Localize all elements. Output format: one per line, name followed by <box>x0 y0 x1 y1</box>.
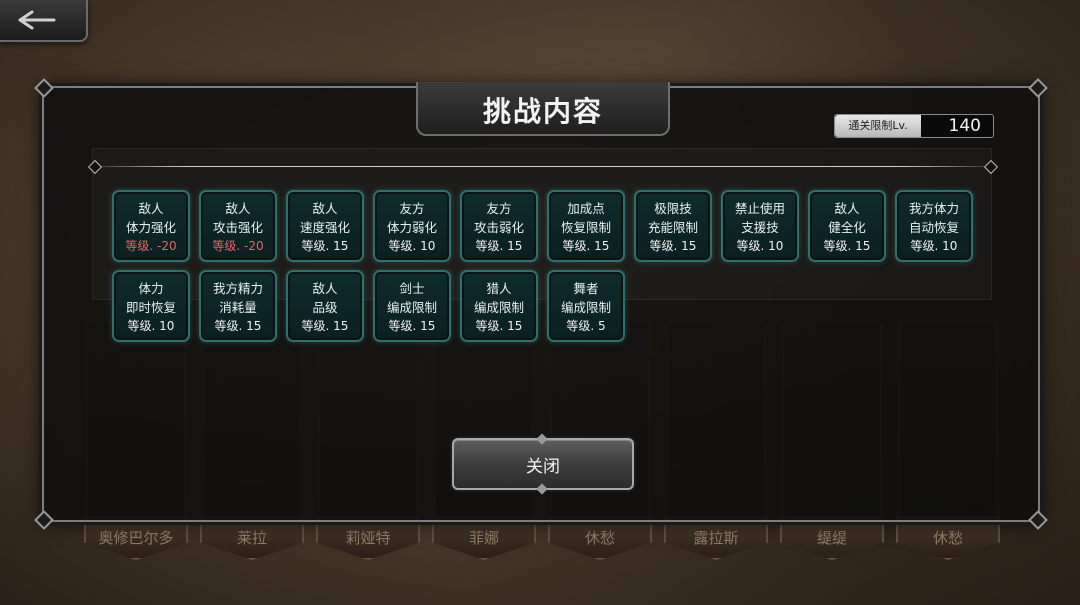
effect-tile: 加成点 恢复限制 等级. 15 <box>547 190 625 262</box>
level-limit-label: 通关限制Lv. <box>835 115 921 137</box>
effect-level: 等级. 15 <box>301 239 349 253</box>
effect-target: 舞者 <box>573 281 599 296</box>
effect-name: 体力强化 <box>125 220 176 235</box>
effect-tile: 敌人 攻击强化 等级. -20 <box>199 190 277 262</box>
effect-name: 编成限制 <box>473 300 524 315</box>
effect-name: 自动恢复 <box>908 220 959 235</box>
effect-tile: 禁止使用 支援技 等级. 10 <box>721 190 799 262</box>
effect-target: 敌人 <box>834 201 860 216</box>
button-ornament <box>536 433 548 445</box>
effect-target: 加成点 <box>567 201 605 216</box>
effect-tile: 友方 攻击弱化 等级. 15 <box>460 190 538 262</box>
challenge-dialog: 挑战内容 通关限制Lv. 140 敌人 体力强化 等级. -20 敌人 攻击强化… <box>34 78 1048 530</box>
effect-target: 我方体力 <box>908 201 959 216</box>
title-plate: 挑战内容 <box>416 82 670 136</box>
character-name: 奥修巴尔多 <box>84 516 188 560</box>
effect-target: 敌人 <box>312 281 338 296</box>
effect-tile: 敌人 速度强化 等级. 15 <box>286 190 364 262</box>
effect-level: 等级. 15 <box>823 239 871 253</box>
back-button[interactable] <box>0 0 88 42</box>
effect-tile: 友方 体力弱化 等级. 10 <box>373 190 451 262</box>
divider <box>96 166 990 167</box>
effect-level: 等级. -20 <box>125 239 177 253</box>
effect-target: 禁止使用 <box>734 201 785 216</box>
effect-tile: 敌人 品级 等级. 15 <box>286 270 364 342</box>
effect-tile: 极限技 充能限制 等级. 15 <box>634 190 712 262</box>
effect-target: 猎人 <box>486 281 512 296</box>
effect-name: 编成限制 <box>386 300 437 315</box>
level-limit-value: 140 <box>948 116 981 136</box>
character-name: 莱拉 <box>200 516 304 560</box>
effect-name: 攻击强化 <box>212 220 263 235</box>
character-name: 休愁 <box>896 516 1000 560</box>
effect-level: 等级. 10 <box>127 319 175 333</box>
dialog-title: 挑战内容 <box>482 95 603 128</box>
character-name: 露拉斯 <box>664 516 768 560</box>
effect-tile: 敌人 健全化 等级. 15 <box>808 190 886 262</box>
effect-target: 体力 <box>138 281 164 296</box>
effect-target: 敌人 <box>138 201 164 216</box>
close-button-label: 关闭 <box>526 457 560 477</box>
effect-name: 体力弱化 <box>386 220 437 235</box>
effect-name: 消耗量 <box>219 300 257 315</box>
button-ornament <box>536 483 548 495</box>
close-button[interactable]: 关闭 <box>452 433 634 495</box>
effect-name: 攻击弱化 <box>473 220 524 235</box>
character-name: 莉娅特 <box>316 516 420 560</box>
character-name: 缇缇 <box>780 516 884 560</box>
effect-level: 等级. 10 <box>736 239 784 253</box>
effect-level: 等级. 15 <box>475 239 523 253</box>
effect-name: 恢复限制 <box>560 220 611 235</box>
effect-tile: 猎人 编成限制 等级. 15 <box>460 270 538 342</box>
effect-level: 等级. 10 <box>388 239 436 253</box>
back-arrow-icon <box>18 10 56 30</box>
effect-name: 品级 <box>312 300 338 315</box>
effect-name: 即时恢复 <box>125 300 176 315</box>
effect-tile: 体力 即时恢复 等级. 10 <box>112 270 190 342</box>
character-name: 菲娜 <box>432 516 536 560</box>
effect-name: 充能限制 <box>647 220 698 235</box>
effect-target: 我方精力 <box>212 281 263 296</box>
effect-grid: 敌人 体力强化 等级. -20 敌人 攻击强化 等级. -20 敌人 速度强化 … <box>112 190 992 350</box>
effect-tile: 剑士 编成限制 等级. 15 <box>373 270 451 342</box>
effect-level: 等级. 15 <box>649 239 697 253</box>
effect-level: 等级. 10 <box>910 239 958 253</box>
effect-target: 友方 <box>486 201 512 216</box>
effect-target: 极限技 <box>654 201 692 216</box>
effect-level: 等级. 15 <box>388 319 436 333</box>
effect-target: 敌人 <box>312 201 338 216</box>
effect-level: 等级. 15 <box>214 319 262 333</box>
effect-tile: 我方精力 消耗量 等级. 15 <box>199 270 277 342</box>
effect-level: 等级. -20 <box>212 239 264 253</box>
effect-level: 等级. 15 <box>475 319 523 333</box>
effect-target: 剑士 <box>399 281 425 296</box>
effect-target: 敌人 <box>225 201 251 216</box>
effect-name: 编成限制 <box>560 300 611 315</box>
effect-tile: 我方体力 自动恢复 等级. 10 <box>895 190 973 262</box>
effect-level: 等级. 15 <box>301 319 349 333</box>
effect-name: 健全化 <box>828 220 866 235</box>
effect-name: 支援技 <box>741 220 779 235</box>
effect-level: 等级. 5 <box>566 319 606 333</box>
level-limit-indicator: 通关限制Lv. 140 <box>834 114 994 138</box>
effect-level: 等级. 15 <box>562 239 610 253</box>
effect-tile: 舞者 编成限制 等级. 5 <box>547 270 625 342</box>
effect-tile: 敌人 体力强化 等级. -20 <box>112 190 190 262</box>
effect-name: 速度强化 <box>299 220 350 235</box>
character-name: 休愁 <box>548 516 652 560</box>
effect-target: 友方 <box>399 201 425 216</box>
